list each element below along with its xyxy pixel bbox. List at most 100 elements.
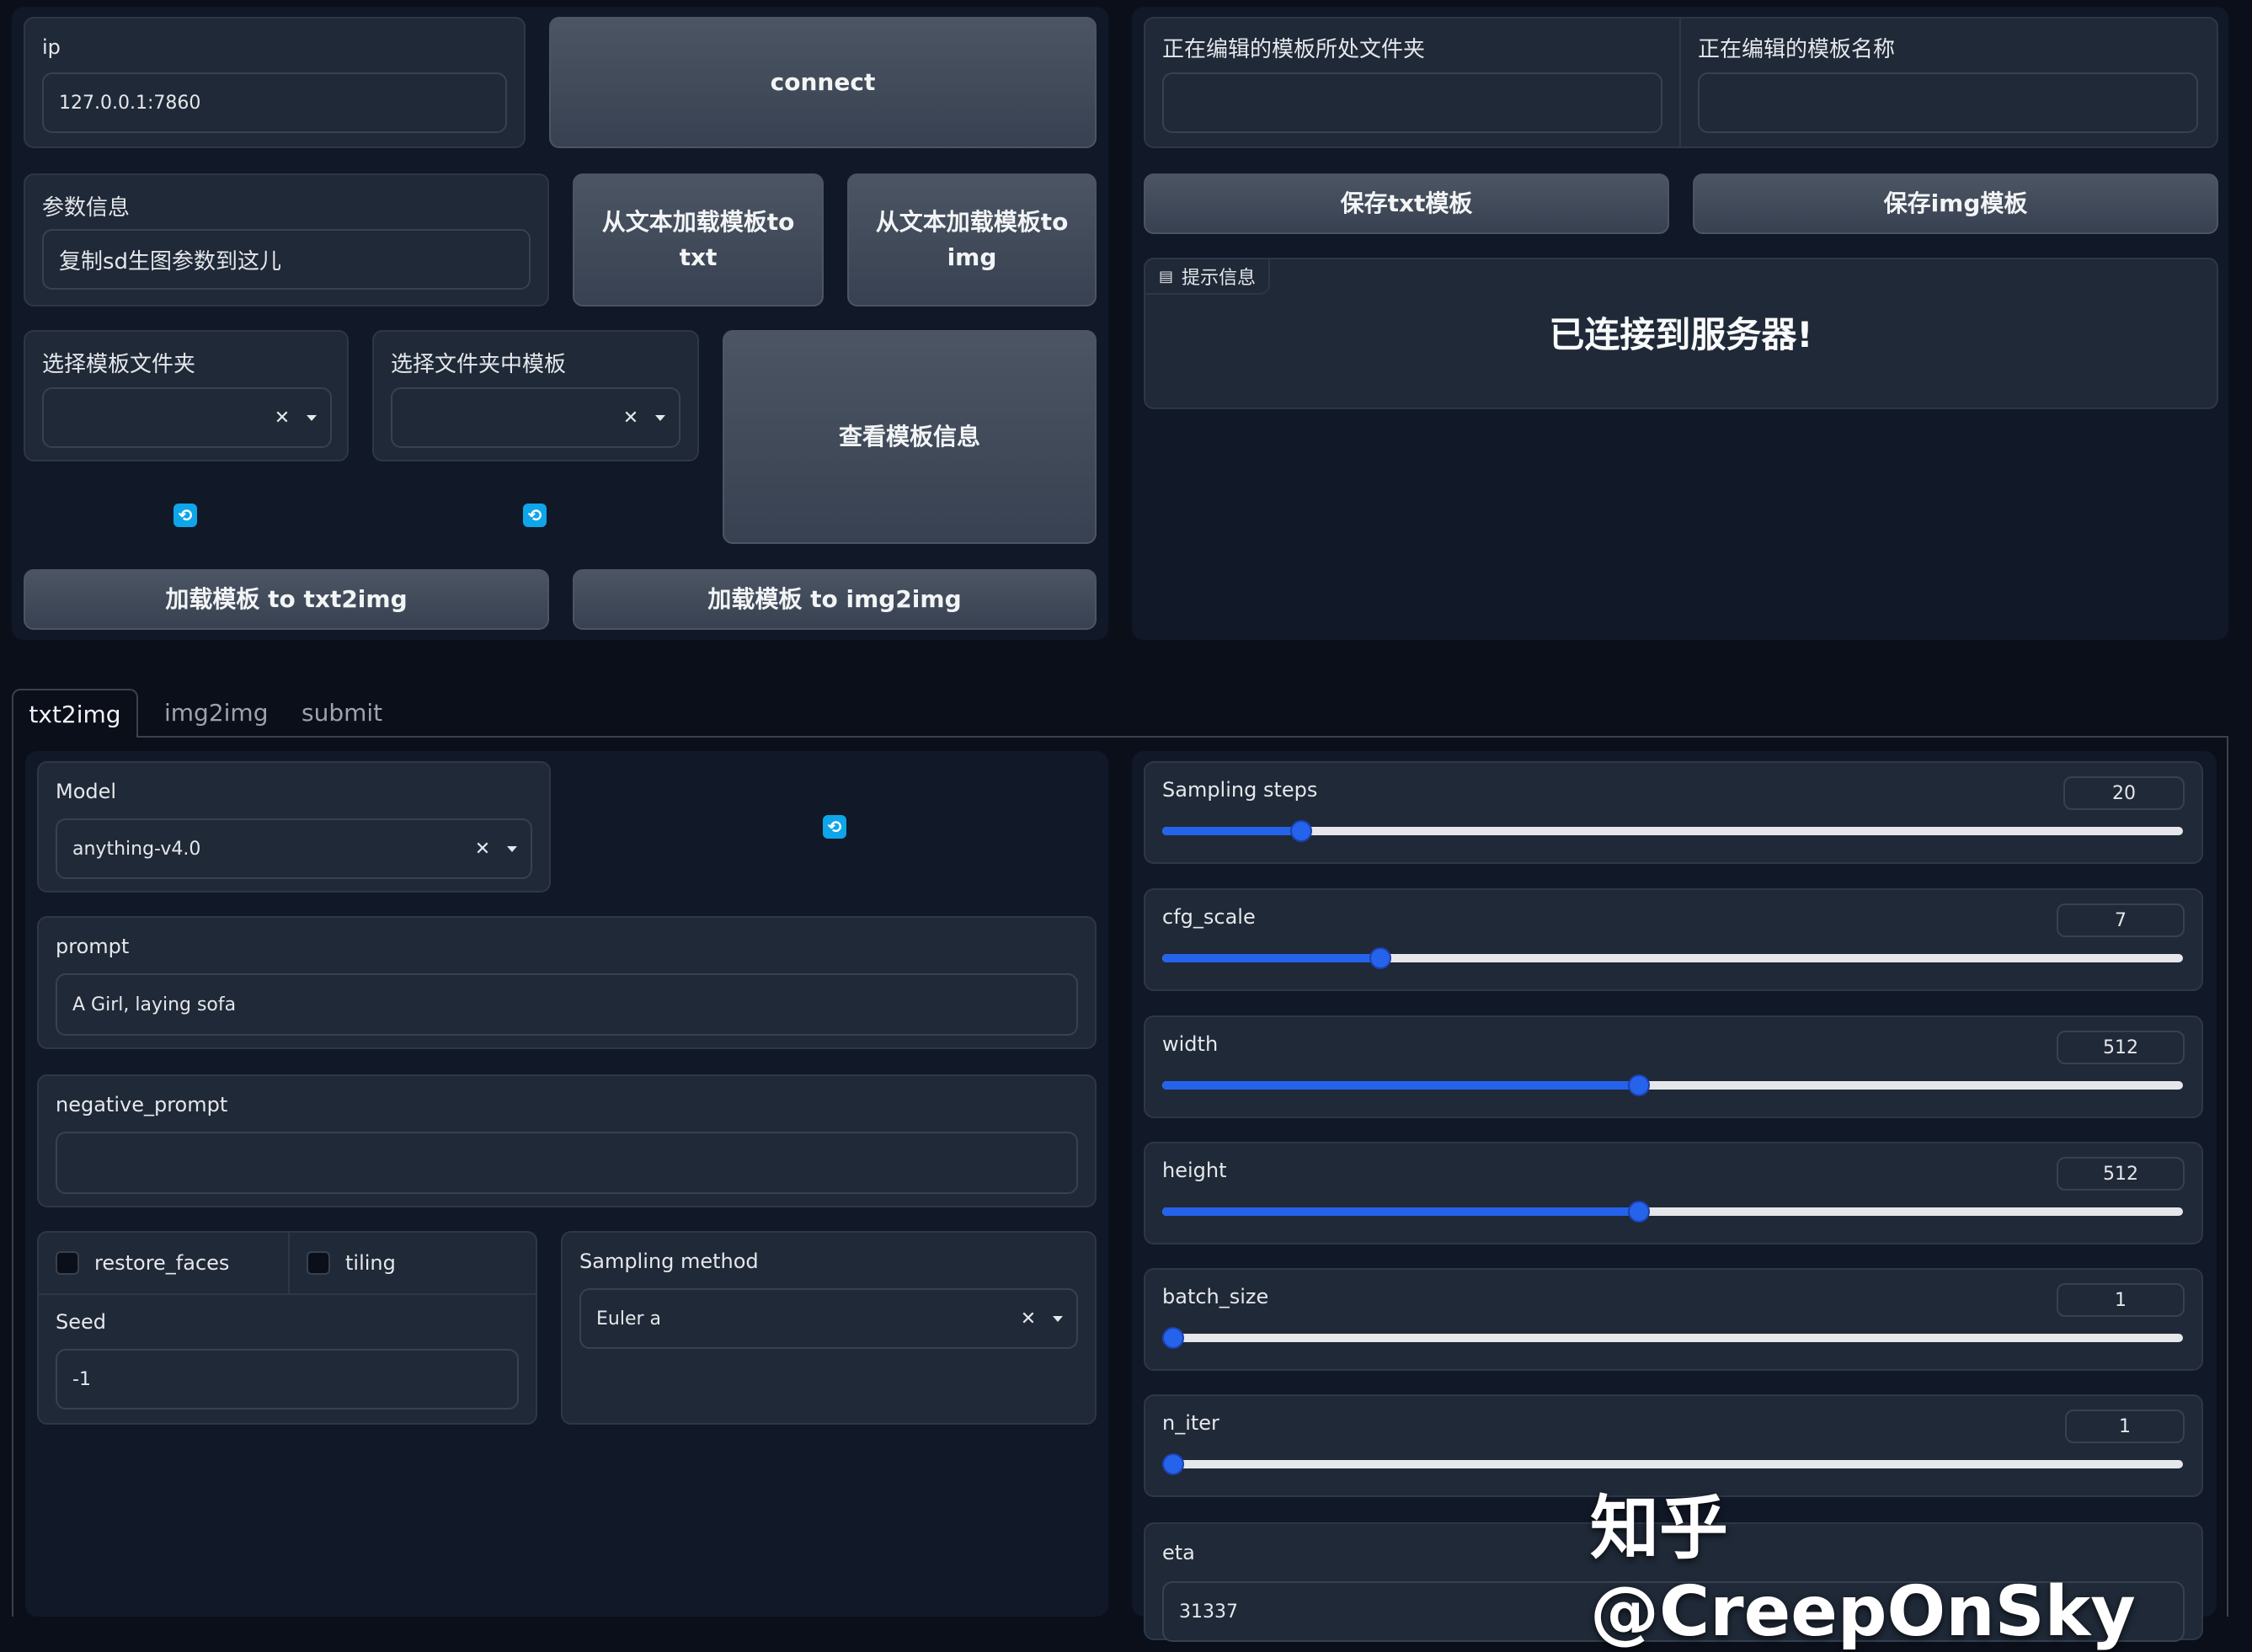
load-from-text-to-txt-button[interactable]: 从文本加载模板to txt — [573, 173, 824, 306]
select-folder-dropdown[interactable]: ✕ — [42, 387, 332, 448]
ip-block: ip 127.0.0.1:7860 — [24, 17, 526, 148]
slider-track[interactable] — [1162, 1327, 2183, 1349]
view-template-info-button[interactable]: 查看模板信息 — [723, 330, 1097, 544]
options-seed-block: restore_faces tiling Seed -1 — [37, 1231, 537, 1425]
editing-folder-label: 正在编辑的模板所处文件夹 — [1162, 37, 1426, 62]
chevron-down-icon[interactable] — [655, 414, 665, 421]
document-icon: ▤ — [1159, 267, 1174, 285]
restore-faces-option[interactable]: restore_faces — [56, 1251, 229, 1275]
clear-icon[interactable]: ✕ — [1016, 1306, 1041, 1331]
editing-name-input[interactable] — [1698, 72, 2198, 133]
refresh-model-icon[interactable]: ⟲ — [823, 815, 846, 839]
eta-label: eta — [1162, 1541, 1195, 1564]
prompt-input[interactable]: A Girl, laying sofa — [56, 973, 1078, 1036]
slider-number-input[interactable]: 1 — [2057, 1283, 2185, 1317]
refresh-folder-icon[interactable]: ⟲ — [173, 504, 197, 527]
slider-track[interactable] — [1162, 1074, 2183, 1096]
chevron-down-icon[interactable] — [307, 414, 317, 421]
options-divider-v — [288, 1233, 290, 1293]
slider-label: Sampling steps — [1162, 778, 1318, 802]
load-template-txt2img-button[interactable]: 加载模板 to txt2img — [24, 569, 549, 630]
slider-handle[interactable] — [1369, 947, 1392, 969]
slider-block: Sampling steps 20 — [1144, 761, 2203, 864]
restore-faces-checkbox[interactable] — [56, 1251, 79, 1275]
clear-icon[interactable]: ✕ — [269, 405, 295, 430]
save-img-template-button[interactable]: 保存img模板 — [1693, 173, 2218, 234]
model-label: Model — [56, 780, 117, 803]
params-input[interactable]: 复制sd生图参数到这儿 — [42, 229, 531, 290]
slider-block: batch_size 1 — [1144, 1268, 2203, 1371]
slider-fill — [1162, 954, 1381, 962]
slider-label: height — [1162, 1159, 1227, 1182]
load-from-text-to-img-button[interactable]: 从文本加载模板to img — [847, 173, 1097, 306]
tiling-checkbox[interactable] — [307, 1251, 330, 1275]
slider-handle[interactable] — [1162, 1327, 1184, 1349]
model-dropdown[interactable]: anything-v4.0 ✕ — [56, 818, 532, 879]
info-tag-label: 提示信息 — [1182, 268, 1257, 289]
tab-submit[interactable]: submit — [302, 699, 382, 727]
ip-input[interactable]: 127.0.0.1:7860 — [42, 72, 507, 133]
slider-block: width 512 — [1144, 1015, 2203, 1118]
clear-icon[interactable]: ✕ — [470, 836, 495, 861]
select-folder-controls: ✕ — [269, 405, 317, 430]
slider-label: cfg_scale — [1162, 905, 1256, 929]
editing-divider — [1679, 17, 1681, 148]
negative-prompt-block: negative_prompt — [37, 1074, 1097, 1207]
slider-block: cfg_scale 7 — [1144, 888, 2203, 991]
slider-label: width — [1162, 1032, 1219, 1056]
sampling-method-value: Euler a — [596, 1308, 662, 1330]
info-tag: ▤ 提示信息 — [1145, 259, 1270, 295]
clear-icon[interactable]: ✕ — [618, 405, 643, 430]
watermark: 知乎 @CreepOnSky — [1590, 1489, 2136, 1652]
chevron-down-icon[interactable] — [1053, 1315, 1063, 1322]
select-template-label: 选择文件夹中模板 — [391, 352, 567, 377]
slider-track[interactable] — [1162, 820, 2183, 842]
select-folder-label: 选择模板文件夹 — [42, 352, 196, 377]
refresh-template-icon[interactable]: ⟲ — [523, 504, 547, 527]
seed-label: Seed — [56, 1310, 106, 1334]
slider-handle[interactable] — [1289, 820, 1312, 842]
info-block: ▤ 提示信息 已连接到服务器! — [1144, 258, 2218, 409]
slider-fill — [1162, 1207, 1639, 1216]
seed-input[interactable]: -1 — [56, 1349, 519, 1410]
model-controls: ✕ — [470, 836, 517, 861]
editing-folder-input[interactable] — [1162, 72, 1662, 133]
params-block: 参数信息 复制sd生图参数到这儿 — [24, 173, 549, 306]
slider-fill — [1162, 1081, 1639, 1090]
sampling-method-dropdown[interactable]: Euler a ✕ — [579, 1288, 1078, 1349]
slider-label: n_iter — [1162, 1411, 1219, 1435]
tiling-option[interactable]: tiling — [307, 1251, 396, 1275]
prompt-label: prompt — [56, 935, 130, 958]
slider-number-input[interactable]: 7 — [2057, 903, 2185, 937]
ip-label: ip — [42, 35, 61, 59]
select-folder-block: 选择模板文件夹 ✕ — [24, 330, 349, 461]
slider-number-input[interactable]: 512 — [2057, 1157, 2185, 1191]
load-template-img2img-button[interactable]: 加载模板 to img2img — [573, 569, 1097, 630]
slider-track[interactable] — [1162, 1453, 2183, 1475]
slider-handle[interactable] — [1628, 1201, 1650, 1223]
tab-img2img[interactable]: img2img — [164, 699, 268, 727]
connect-button[interactable]: connect — [549, 17, 1097, 148]
save-txt-template-button[interactable]: 保存txt模板 — [1144, 173, 1669, 234]
slider-handle[interactable] — [1628, 1074, 1650, 1096]
slider-track[interactable] — [1162, 1201, 2183, 1223]
slider-number-input[interactable]: 1 — [2065, 1410, 2185, 1443]
select-template-block: 选择文件夹中模板 ✕ — [372, 330, 699, 461]
tiling-label: tiling — [345, 1251, 396, 1275]
slider-track[interactable] — [1162, 947, 2183, 969]
tab-txt2img-label: txt2img — [29, 700, 121, 728]
tab-txt2img[interactable]: txt2img — [12, 689, 138, 738]
info-message: 已连接到服务器! — [1549, 314, 1813, 355]
slider-handle[interactable] — [1162, 1453, 1184, 1475]
restore-faces-label: restore_faces — [94, 1251, 230, 1275]
model-value: anything-v4.0 — [72, 838, 201, 860]
sampling-method-controls: ✕ — [1016, 1306, 1063, 1331]
slider-fill — [1162, 827, 1301, 835]
slider-number-input[interactable]: 20 — [2063, 776, 2185, 810]
select-template-dropdown[interactable]: ✕ — [391, 387, 680, 448]
model-block: Model anything-v4.0 ✕ — [37, 761, 551, 893]
negative-prompt-input[interactable] — [56, 1132, 1078, 1194]
chevron-down-icon[interactable] — [507, 845, 517, 852]
slider-number-input[interactable]: 512 — [2057, 1031, 2185, 1064]
sampling-method-block: Sampling method Euler a ✕ — [561, 1231, 1097, 1425]
